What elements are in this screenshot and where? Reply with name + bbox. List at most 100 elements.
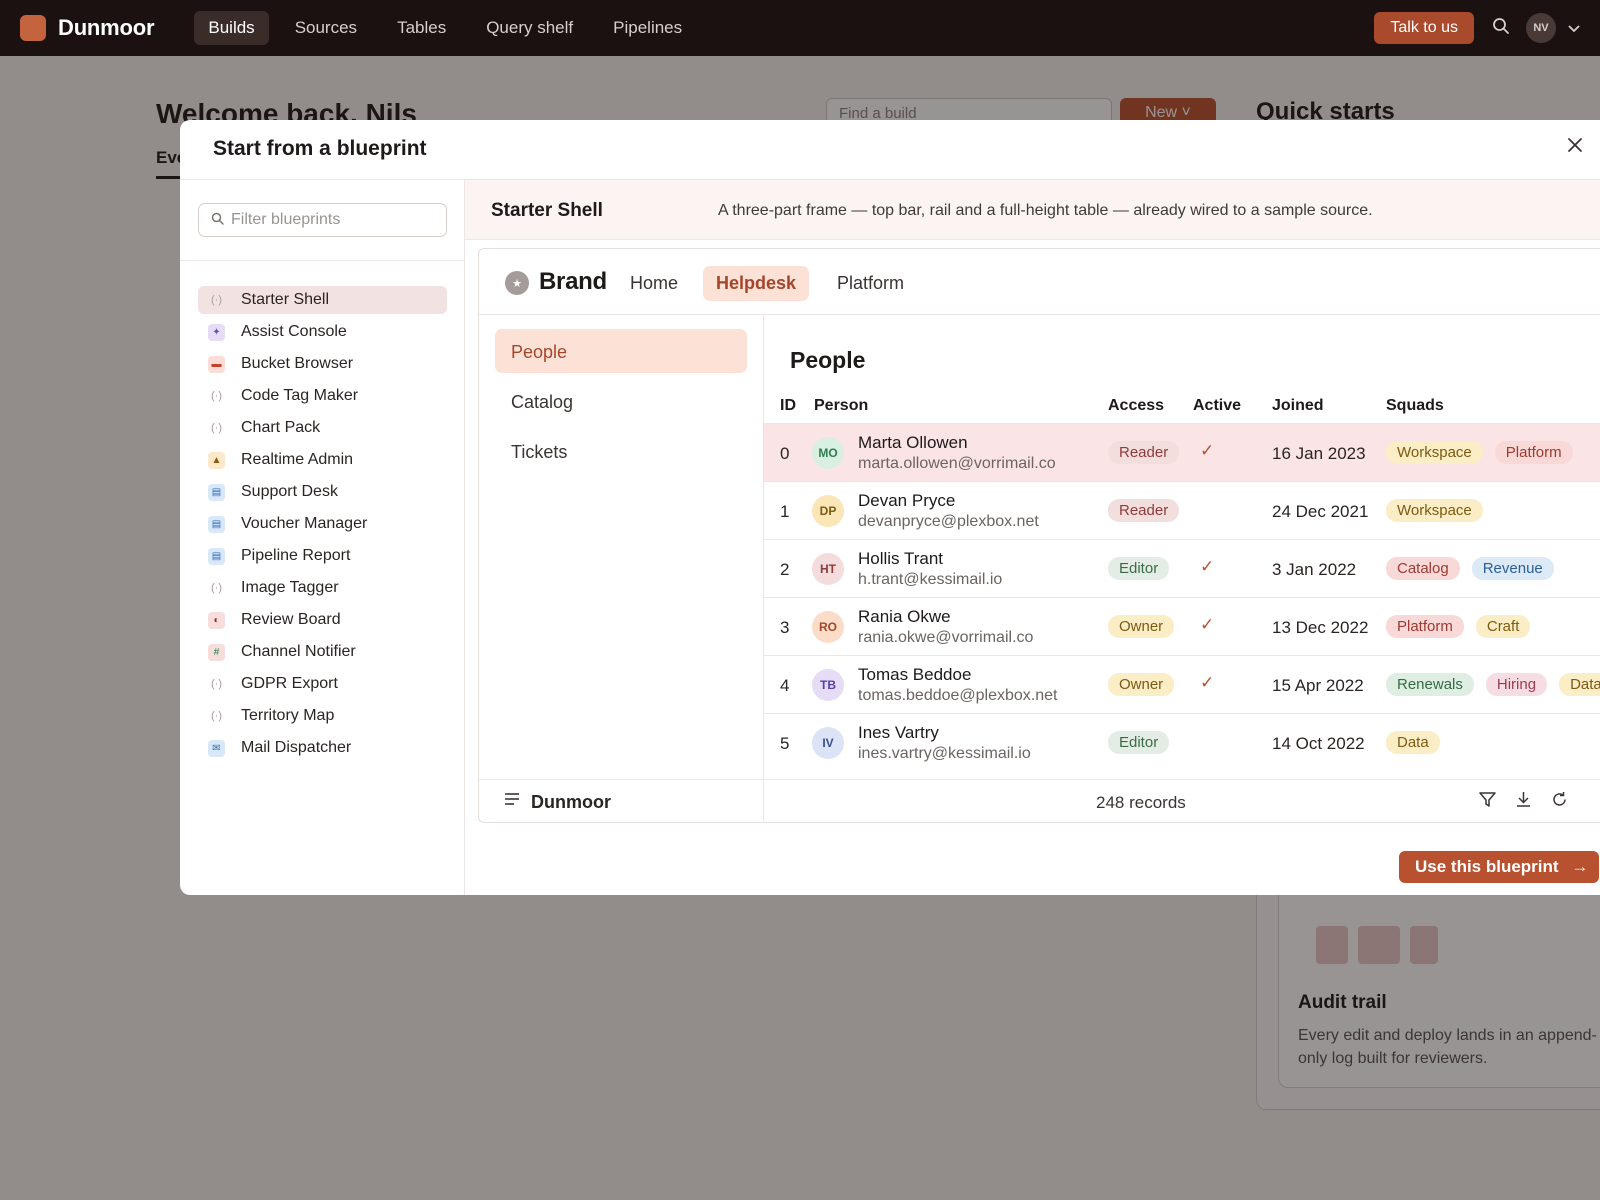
selected-blueprint-description: A three-part frame — top bar, rail and a…	[718, 202, 1373, 219]
squad-list: Workspace	[1386, 499, 1495, 522]
column-header-access[interactable]: Access	[1108, 397, 1164, 415]
filter-icon[interactable]	[1479, 791, 1496, 813]
column-header-id[interactable]: ID	[780, 397, 796, 415]
avatar: DP	[812, 495, 844, 527]
blueprint-item[interactable]: (·) Image Tagger	[198, 574, 447, 602]
blueprint-icon: ✦	[208, 323, 225, 341]
nav-pipelines[interactable]: Pipelines	[599, 11, 696, 45]
refresh-icon[interactable]	[1551, 791, 1568, 813]
access-badge: Editor	[1108, 731, 1170, 754]
close-icon[interactable]	[1566, 136, 1584, 158]
chevron-down-icon[interactable]	[1568, 21, 1580, 36]
user-avatar[interactable]: NV	[1526, 13, 1556, 43]
column-header-person[interactable]: Person	[814, 397, 868, 415]
avatar: MO	[812, 437, 844, 469]
row-id: 4	[780, 676, 790, 695]
blueprint-icon: ▲	[208, 451, 225, 469]
blueprint-label: Review Board	[241, 611, 341, 628]
modal-title: Start from a blueprint	[213, 137, 427, 160]
filter-field[interactable]	[198, 203, 447, 237]
person-name: Hollis Trant	[858, 549, 944, 568]
row-id: 2	[780, 560, 790, 579]
blueprint-label: Realtime Admin	[241, 451, 354, 468]
footer-brand-area: Dunmoor	[479, 780, 764, 822]
column-header-joined[interactable]: Joined	[1272, 397, 1324, 415]
nav-sources[interactable]: Sources	[281, 11, 371, 45]
blueprint-label: GDPR Export	[241, 675, 338, 692]
table-row[interactable]: 0 MO Marta Ollowen marta.ollowen@vorrimail.…	[764, 423, 1600, 481]
blueprint-item[interactable]: # Channel Notifier	[198, 638, 447, 666]
blueprint-list-pane: (·) Starter Shell ✦ Assist Console ▬ Bucket B…	[180, 180, 465, 895]
person-name: Ines Vartry	[858, 723, 939, 742]
blueprint-item[interactable]: (·) Territory Map	[198, 702, 447, 730]
preview-nav-platform[interactable]: Platform	[824, 266, 917, 301]
table-row[interactable]: 1 DP Devan Pryce devanpryce@plexbox.net Read…	[764, 481, 1600, 539]
avatar: RO	[812, 611, 844, 643]
preview-nav-helpdesk[interactable]: Helpdesk	[703, 266, 810, 301]
blueprint-item[interactable]: ▤ Support Desk	[198, 478, 447, 506]
squad-tag: Platform	[1386, 615, 1464, 638]
squad-tag: Craft	[1475, 615, 1531, 638]
table-row[interactable]: 5 IV Ines Vartry ines.vartry@kessimail.io Ed…	[764, 713, 1600, 771]
blueprint-item[interactable]: ▤ Pipeline Report	[198, 542, 447, 570]
check-icon: ✓	[1200, 615, 1215, 634]
column-header-active[interactable]: Active	[1193, 397, 1241, 415]
avatar: TB	[812, 669, 844, 701]
table-row[interactable]: 4 TB Tomas Beddoe tomas.beddoe@plexbox.net O…	[764, 655, 1600, 713]
blueprint-label: Support Desk	[241, 483, 338, 500]
blueprint-item[interactable]: ▤ Voucher Manager	[198, 510, 447, 538]
blueprint-item[interactable]: (·) Chart Pack	[198, 414, 447, 442]
joined-date: 13 Dec 2022	[1272, 618, 1369, 637]
blueprint-preview-pane: Starter Shell A three-part frame — top b…	[465, 180, 1600, 895]
nav-builds[interactable]: Builds	[194, 11, 269, 45]
rail-item-people[interactable]: People	[495, 329, 747, 373]
rail-item-tickets[interactable]: Tickets	[495, 429, 747, 473]
blueprint-icon: (·)	[211, 390, 222, 402]
download-icon[interactable]	[1515, 791, 1532, 813]
blueprint-icon: ▤	[208, 483, 225, 501]
rail-item-catalog[interactable]: Catalog	[495, 379, 747, 423]
blueprint-icon: (·)	[211, 710, 222, 722]
row-id: 0	[780, 444, 790, 463]
person-email: h.trant@kessimail.io	[858, 571, 1003, 588]
nav-tables[interactable]: Tables	[383, 11, 460, 45]
blueprint-item[interactable]: ▬ Bucket Browser	[198, 350, 447, 378]
records-count: 248 records	[1096, 793, 1186, 812]
talk-to-us-button[interactable]: Talk to us	[1374, 12, 1474, 44]
search-icon[interactable]	[1492, 17, 1510, 40]
avatar: HT	[812, 553, 844, 585]
blueprint-item[interactable]: ◐ Review Board	[198, 606, 447, 634]
filter-blueprints-input[interactable]	[231, 208, 436, 232]
blueprint-label: Voucher Manager	[241, 515, 368, 532]
squad-tag: Workspace	[1386, 499, 1483, 522]
table-row[interactable]: 2 HT Hollis Trant h.trant@kessimail.io Edito…	[764, 539, 1600, 597]
check-icon: ✓	[1200, 557, 1215, 576]
table-row[interactable]: 3 RO Rania Okwe rania.okwe@vorrimail.co Owne…	[764, 597, 1600, 655]
modal-header: Start from a blueprint	[180, 120, 1600, 180]
blueprint-item[interactable]: ✉ Mail Dispatcher	[198, 734, 447, 762]
blueprint-icon: ✉	[208, 739, 225, 757]
squad-list: Renewals Hiring Data	[1386, 673, 1600, 696]
blueprint-icon: ◐	[208, 611, 225, 629]
brand-star-icon: ★	[505, 271, 529, 295]
row-id: 1	[780, 502, 790, 521]
person-email: tomas.beddoe@plexbox.net	[858, 687, 1058, 704]
column-header-squads[interactable]: Squads	[1386, 397, 1444, 415]
blueprint-preview-frame: ★ Brand Home Helpdesk Platform People Ca…	[478, 248, 1600, 823]
blueprint-item[interactable]: ✦ Assist Console	[198, 318, 447, 346]
blueprint-item[interactable]: (·) GDPR Export	[198, 670, 447, 698]
person-email: devanpryce@plexbox.net	[858, 513, 1039, 530]
blueprint-item[interactable]: ▲ Realtime Admin	[198, 446, 447, 474]
search-icon	[211, 212, 224, 228]
preview-top-bar: ★ Brand Home Helpdesk Platform	[479, 249, 1600, 315]
nav-query-shelf[interactable]: Query shelf	[472, 11, 587, 45]
blueprint-item[interactable]: (·) Starter Shell	[198, 286, 447, 314]
blueprint-label: Starter Shell	[241, 291, 330, 308]
menu-icon[interactable]	[505, 792, 519, 810]
blueprint-item[interactable]: (·) Code Tag Maker	[198, 382, 447, 410]
blueprint-label: Code Tag Maker	[241, 387, 359, 404]
blueprint-label: Mail Dispatcher	[241, 739, 352, 756]
preview-nav-home[interactable]: Home	[617, 266, 691, 301]
squad-tag: Hiring	[1485, 673, 1548, 696]
use-blueprint-button[interactable]: Use this blueprint →	[1399, 851, 1599, 883]
